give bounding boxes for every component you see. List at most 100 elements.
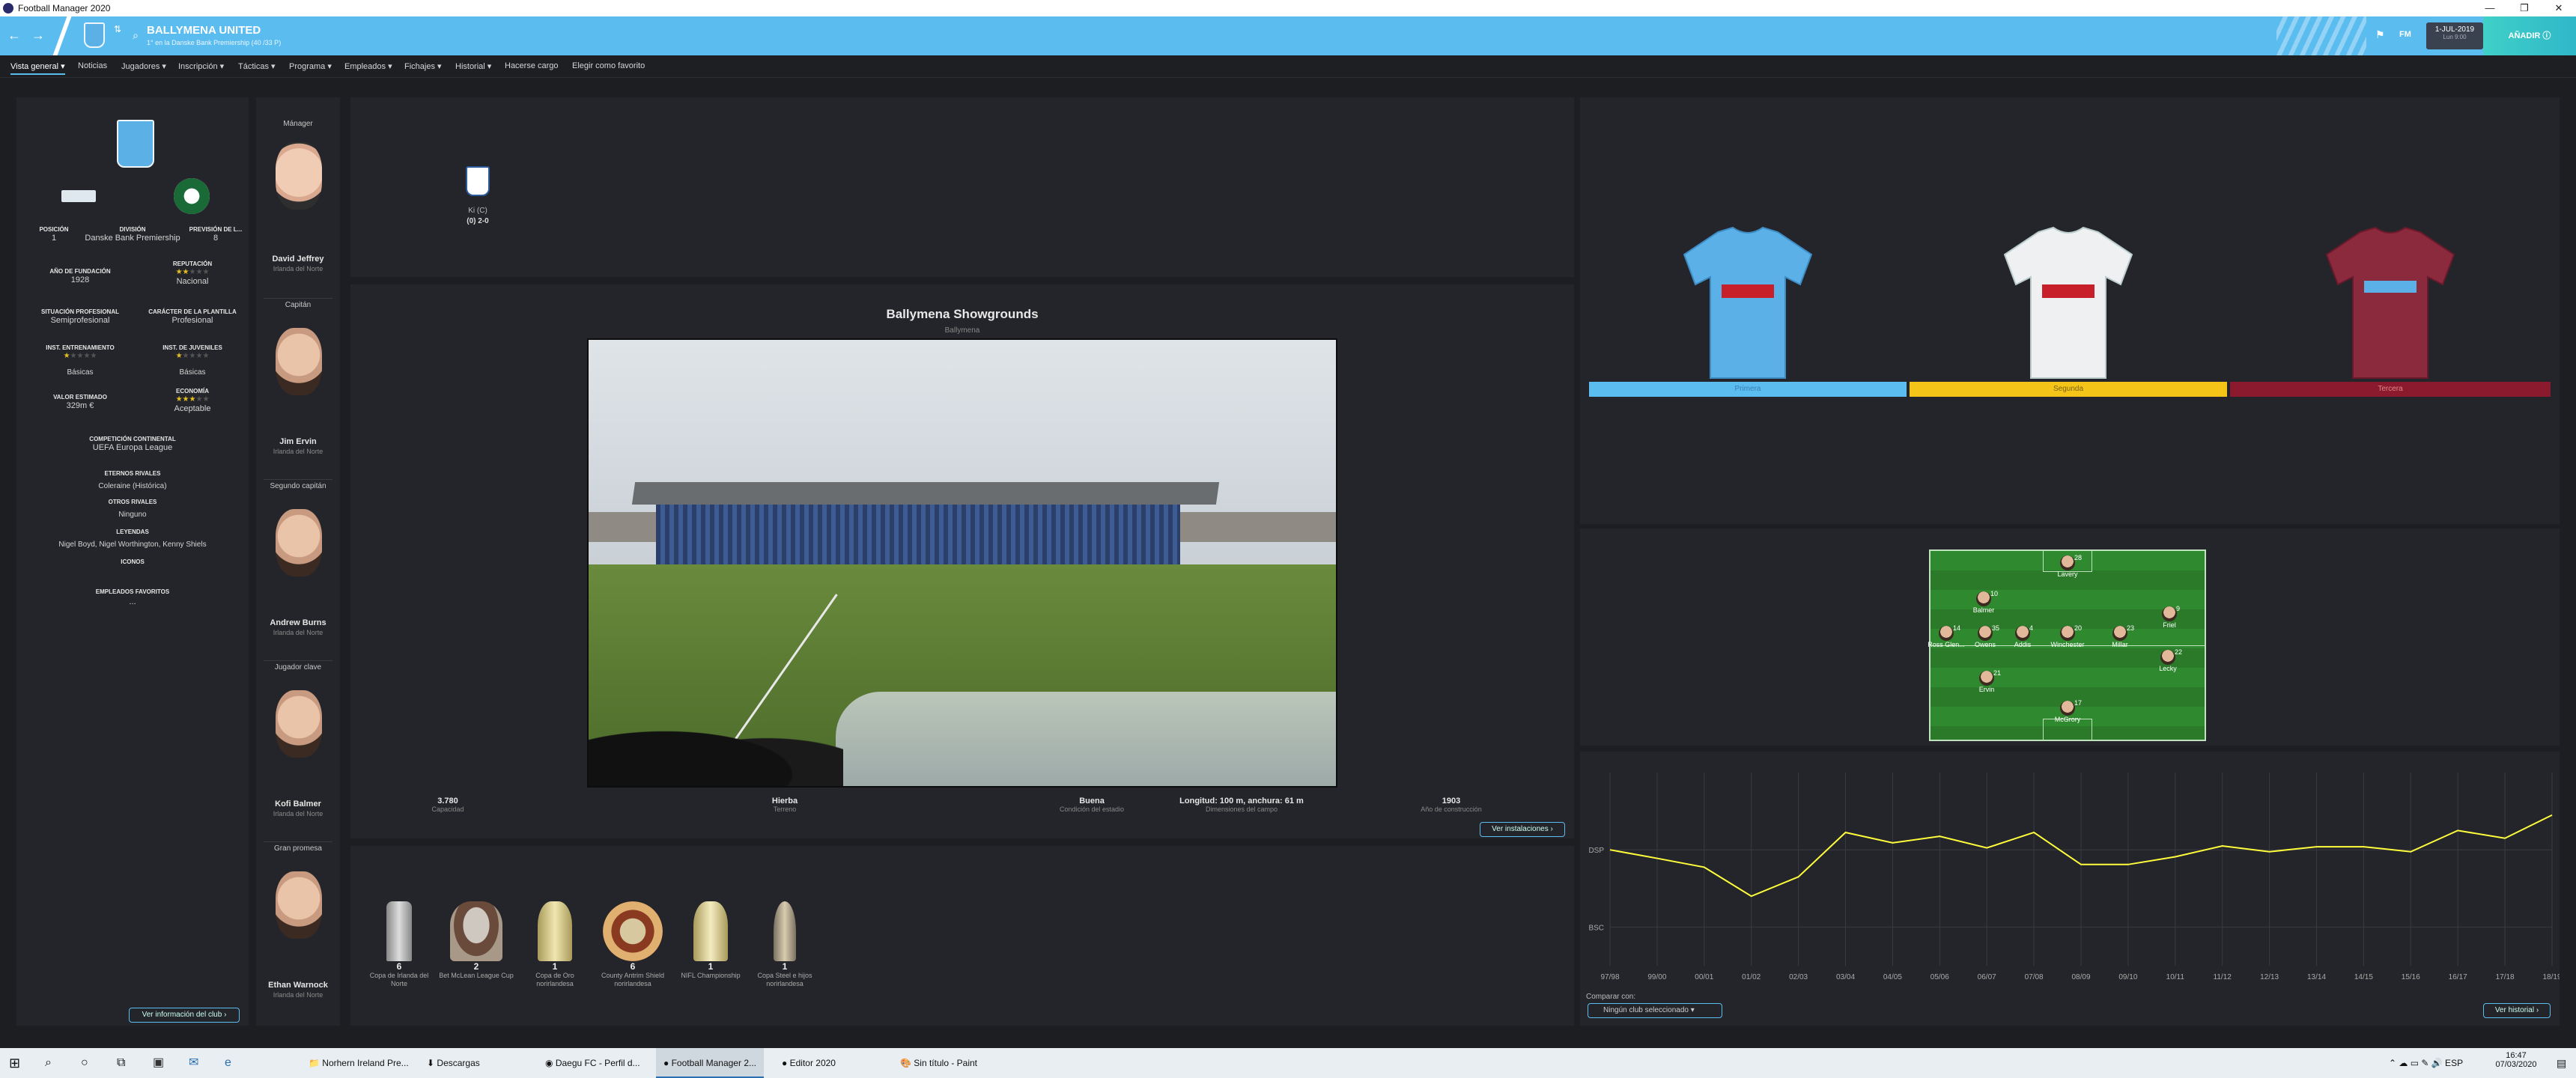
task-view-icon[interactable]: ⧉ [117,1048,125,1078]
manager-card[interactable]: Mánager David Jeffrey Irlanda del Norte [256,97,340,277]
training-label: INST. ENTRENAMIENTO [46,344,115,351]
stat-label: Condición del estadio [1059,806,1125,813]
player-face [1979,671,1994,686]
back-arrow-icon[interactable]: ← [6,27,22,43]
store-icon[interactable]: ▣ [153,1048,164,1078]
player-marker[interactable]: 28 Lavery [2041,554,2094,578]
menu-history[interactable]: Historial ▾ [455,61,491,71]
tactics-pitch[interactable]: 28 Lavery 10 Balmer 14 Ross Glen... 35 Owens… [1928,549,2206,741]
menu-transfers[interactable]: Fichajes ▾ [404,61,442,71]
home-shirt-icon [1683,226,1813,379]
menu-tactics[interactable]: Tácticas ▾ [238,61,276,71]
kit-away[interactable]: Segunda [1910,225,2227,397]
forward-arrow-icon[interactable]: → [30,27,46,43]
key-player-card[interactable]: Jugador clave Kofi Balmer Irlanda del No… [256,660,340,840]
search-icon[interactable]: ⌕ [45,1048,52,1078]
trophy-item[interactable]: 1 Copa Steel e hijos norirlandesa [747,901,822,988]
continue-button[interactable]: AÑADIR ⓘ [2483,16,2576,55]
menu-registration[interactable]: Inscripción ▾ [178,61,224,71]
compare-select[interactable]: Ningún club seleccionado ▾ [1588,1003,1722,1018]
edge-icon[interactable]: e [225,1048,231,1078]
taskbar-item-chrome[interactable]: ◉ Daegu FC - Perfil d... [538,1048,648,1078]
trophy-item[interactable]: 6 County Antrim Shield norirlandesa [592,901,674,988]
kit-home[interactable]: Primera [1589,225,1907,397]
trophy-item[interactable]: 2 Bet McLean League Cup [439,901,514,980]
trophy-name: Copa de Irlanda del Norte [369,972,429,987]
reputation-value: Nacional [176,277,209,286]
person-nation: Irlanda del Norte [273,265,323,272]
player-marker[interactable]: 17 McGrory [2041,699,2094,723]
tray-icons[interactable]: ⌃ ☁ ▭ ✎ 🔊 ESP [2389,1048,2463,1078]
taskbar-label: Editor 2020 [789,1058,836,1068]
player-marker[interactable]: 21 Ervin [1960,669,2013,693]
club-info-button[interactable]: Ver información del club › [129,1008,240,1023]
menu-schedule[interactable]: Programa ▾ [289,61,332,71]
cortana-icon[interactable]: ○ [81,1048,88,1078]
taskbar-label: Sin título - Paint [914,1058,978,1068]
search-icon[interactable]: ⌕ [127,27,144,43]
menu-players[interactable]: Jugadores ▾ [121,61,166,71]
menu-take-charge[interactable]: Hacerse cargo [505,61,559,70]
player-marker[interactable]: 9 Friel [2143,605,2196,629]
menu-bar: Vista general ▾ Noticias Jugadores ▾ Ins… [0,55,2576,78]
close-button[interactable]: ✕ [2542,0,2576,16]
menu-set-favorite[interactable]: Elegir como favorito [572,61,645,70]
mail-icon[interactable]: ✉ [189,1048,198,1078]
x-tick-label: 08/09 [2071,973,2090,981]
captain-card[interactable]: Capitán Jim Ervin Irlanda del Norte [256,298,340,478]
trophy-icon[interactable]: ⚑ [2375,28,2385,41]
vice-captain-card[interactable]: Segundo capitán Andrew Burns Irlanda del… [256,479,340,659]
trophy-item[interactable]: 6 Copa de Irlanda del Norte [365,901,433,988]
match-score[interactable]: (0) 2-0 [448,217,508,225]
menu-overview[interactable]: Vista general ▾ [10,61,65,75]
player-number: 4 [2029,624,2034,632]
facilities-button-label: Ver instalaciones [1492,825,1549,833]
trophy-item[interactable]: 1 Copa de Oro norirlandesa [521,901,589,988]
person-nation: Irlanda del Norte [273,991,323,999]
favorite-staff-value: ... [129,597,136,606]
menu-label: Historial [455,62,485,71]
person-name: David Jeffrey [272,255,324,264]
continental-label: COMPETICIÓN CONTINENTAL [89,436,176,442]
taskbar-item-folder[interactable]: 📁 Norhern Ireland Pre... [301,1048,416,1078]
player-marker[interactable]: 20 Winchester [2041,624,2094,648]
maximize-button[interactable]: ❐ [2507,0,2542,16]
player-marker[interactable]: 10 Balmer [1957,590,2010,614]
division-value[interactable]: Danske Bank Premiership [76,234,189,243]
windows-start-icon[interactable]: ⊞ [9,1048,20,1078]
minimize-button[interactable]: — [2473,0,2507,16]
top-prospect-card[interactable]: Gran promesa Ethan Warnock Irlanda del N… [256,841,340,1021]
editor-icon: ● [782,1058,788,1068]
vice-captain-photo [276,509,322,576]
founded-label: AÑO DE FUNDACIÓN [49,268,111,275]
player-marker[interactable]: 23 Millar [2094,624,2146,648]
taskbar-item-paint[interactable]: 🎨 Sin título - Paint [893,1048,985,1078]
eternal-rivals-value[interactable]: Coleraine (Histórica) [16,482,249,490]
taskbar-item-downloads[interactable]: ⬇ Descargas [419,1048,487,1078]
trophy-item[interactable]: 1 NIFL Championship [677,901,744,980]
kit-third[interactable]: Tercera [2230,225,2551,397]
competition-logo [61,190,96,202]
fm-logo[interactable]: FM [2399,30,2411,39]
kit-label-bar: Tercera [2230,382,2551,397]
taskbar-item-fm[interactable]: ● Football Manager 2... [656,1048,764,1078]
taskbar-item-editor[interactable]: ● Editor 2020 [774,1048,843,1078]
facilities-button[interactable]: Ver instalaciones › [1480,822,1565,837]
player-marker[interactable]: 22 Lecky [2142,648,2194,672]
date-display[interactable]: 1-JUL-2019 Lun 9:00 [2426,22,2483,49]
taskbar-label: Daegu FC - Perfil d... [555,1058,640,1068]
opponent-crest[interactable] [466,166,490,196]
history-button[interactable]: Ver historial › [2483,1003,2551,1018]
x-tick-label: 01/02 [1742,973,1761,981]
menu-staff[interactable]: Empleados ▾ [344,61,392,71]
legends-value[interactable]: Nigel Boyd, Nigel Worthington, Kenny Shi… [16,540,249,549]
kit-label-bar: Segunda [1910,382,2227,397]
clock[interactable]: 16:47 07/03/2020 [2486,1051,2546,1069]
league-history-chart[interactable]: 97/98 99/00 00/01 01/02 02/03 03/04 04/05 05/06… [1580,752,2560,996]
club-crest-small[interactable] [84,22,105,48]
person-nation: Irlanda del Norte [273,810,323,817]
notifications-icon[interactable]: ▤ [2557,1048,2566,1078]
menu-news[interactable]: Noticias [78,61,107,70]
chevron-updown-icon[interactable]: ⇅ [109,21,126,37]
menu-label: Programa [289,62,326,71]
